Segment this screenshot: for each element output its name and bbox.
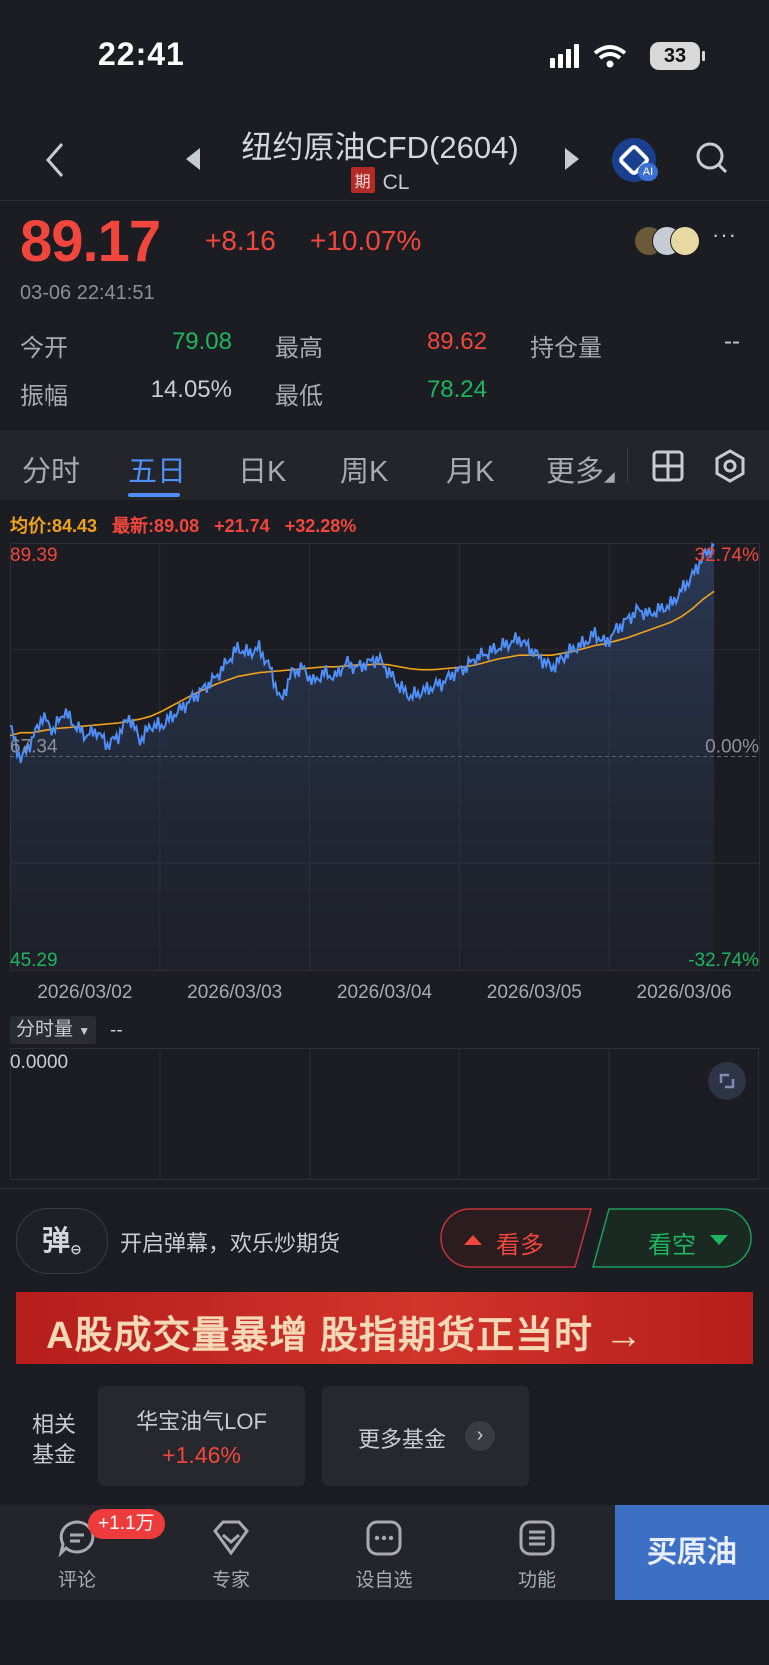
more-funds-label: 更多基金: [358, 1427, 447, 1452]
bearish-label: 看空: [648, 1232, 696, 1259]
price-area-fill: [10, 544, 715, 970]
volume-axis-zero: 0.0000: [10, 1052, 69, 1073]
tab-weekly-k[interactable]: 周K: [340, 448, 388, 490]
header-divider: [0, 200, 769, 201]
ai-tag: AI: [638, 163, 658, 181]
expand-icon: [719, 1073, 735, 1089]
comments-label: 评论: [57, 1570, 96, 1591]
menu-list-icon: [519, 1520, 555, 1556]
field-value-low: 78.24: [426, 376, 487, 403]
expand-chart-button[interactable]: [708, 1062, 746, 1100]
price-chart[interactable]: 89.39 67.34 45.29 32.74% 0.00% -32.74% 2026/03…: [0, 538, 769, 1008]
contract-title: 纽约原油CFD(2604): [241, 130, 519, 165]
futures-badge: 期: [350, 167, 375, 193]
y-axis-label-right: 0.00%: [705, 737, 759, 758]
field-label-high: 最高: [275, 335, 323, 362]
search-icon[interactable]: [695, 141, 727, 173]
signal-wifi-icons: [550, 44, 627, 68]
field-label-low: 最低: [275, 383, 323, 410]
legend-change: +21.74: [214, 516, 270, 536]
diamond-icon: [213, 1520, 249, 1556]
fund-card[interactable]: 华宝油气LOF +1.46%: [98, 1386, 305, 1486]
volume-indicator-label: 分时量: [16, 1019, 74, 1040]
tab-more-caret-icon: ◢: [604, 468, 615, 484]
buy-button[interactable]: 买原油: [615, 1505, 769, 1600]
fund-name: 华宝油气LOF: [136, 1409, 267, 1434]
x-axis-date-label: 2026/03/05: [487, 982, 582, 1003]
volume-chart: [10, 1048, 759, 1180]
functions-button[interactable]: 功能: [482, 1505, 592, 1600]
legend-change-percent: +32.28%: [284, 516, 357, 536]
experts-button[interactable]: 专家: [176, 1505, 286, 1600]
active-tab-indicator: [128, 493, 180, 497]
y-axis-label-left: 67.34: [10, 737, 58, 758]
legend-latest-price: 最新:89.08: [112, 516, 200, 536]
promo-banner[interactable]: A股成交量暴增 股指期货正当时 →: [16, 1292, 753, 1364]
functions-label: 功能: [517, 1570, 556, 1591]
legend-avg-price: 均价:84.43: [10, 516, 98, 536]
comment-count-badge: +1.1万: [88, 1509, 165, 1539]
more-funds-button[interactable]: 更多基金 ›: [322, 1386, 529, 1486]
contract-code-line: 期 CL: [200, 167, 560, 195]
y-axis-label-right: 32.74%: [695, 545, 760, 566]
battery-nub: [702, 51, 705, 61]
last-price: 89.17: [20, 209, 161, 274]
tab-five-day[interactable]: 五日: [128, 448, 186, 490]
bullish-label: 看多: [496, 1232, 544, 1259]
tab-intraday[interactable]: 分时: [22, 448, 80, 490]
danmu-icon: 弹: [42, 1225, 71, 1256]
price-change-percent: +10.07%: [310, 225, 422, 256]
tab-daily-k[interactable]: 日K: [238, 448, 286, 490]
add-watchlist-button[interactable]: 设自选: [329, 1505, 439, 1600]
field-value-open-interest: --: [724, 328, 740, 355]
contract-code: CL: [382, 171, 410, 194]
tab-more-label: 更多: [546, 456, 605, 488]
more-options-icon[interactable]: ···: [712, 222, 737, 248]
section-divider: [0, 1188, 769, 1189]
back-icon[interactable]: [44, 142, 66, 178]
next-contract-arrow-icon[interactable]: [565, 148, 579, 170]
experts-label: 专家: [211, 1570, 250, 1591]
field-label-open-interest: 持仓量: [530, 335, 602, 362]
y-axis-label-right: -32.74%: [688, 950, 759, 971]
chevron-right-icon: ›: [465, 1421, 495, 1451]
danmu-minus-icon: ⊖: [70, 1241, 82, 1257]
field-value-high: 89.62: [426, 328, 487, 355]
related-funds-label-line1: 相关: [32, 1412, 77, 1437]
field-value-open: 79.08: [171, 328, 232, 355]
add-watchlist-label: 设自选: [355, 1570, 413, 1591]
user-avatars[interactable]: [634, 226, 704, 256]
avatar: [670, 226, 700, 256]
field-label-open: 今开: [20, 335, 68, 362]
settings-icon[interactable]: [714, 449, 746, 483]
y-axis-label-left: 45.29: [10, 950, 58, 971]
tab-monthly-k[interactable]: 月K: [446, 448, 494, 490]
fund-change: +1.46%: [162, 1442, 241, 1468]
x-axis-date-label: 2026/03/04: [337, 982, 433, 1003]
chart-legend: 均价:84.43 最新:89.08 +21.74 +32.28%: [10, 512, 356, 538]
x-axis-date-label: 2026/03/06: [637, 982, 732, 1003]
battery-indicator: 33: [650, 42, 700, 70]
field-label-amplitude: 振幅: [20, 383, 68, 410]
grid-layout-icon[interactable]: [652, 450, 684, 482]
danmu-prompt: 开启弹幕，欢乐炒期货: [120, 1231, 341, 1256]
field-value-amplitude: 14.05%: [150, 376, 232, 403]
watchlist-icon: [366, 1520, 402, 1556]
volume-indicator-select[interactable]: 分时量 ▼: [10, 1016, 97, 1044]
quote-timestamp: 03-06 22:41:51: [20, 282, 155, 304]
prev-contract-arrow-icon[interactable]: [186, 148, 200, 170]
status-time: 22:41: [98, 36, 185, 72]
y-axis-label-left: 89.39: [10, 545, 58, 566]
dropdown-caret-icon: ▼: [78, 1024, 91, 1038]
danmu-toggle-button[interactable]: 弹⊖: [16, 1208, 108, 1274]
related-funds-label: 相关 基金: [32, 1410, 76, 1470]
related-funds-label-line2: 基金: [32, 1442, 77, 1467]
tab-more[interactable]: 更多◢: [546, 448, 615, 490]
banner-text: A股成交量暴增 股指期货正当时 →: [46, 1315, 644, 1357]
volume-value: --: [110, 1020, 123, 1041]
x-axis-date-label: 2026/03/02: [37, 982, 132, 1003]
x-axis-date-label: 2026/03/03: [187, 982, 282, 1003]
tab-separator: [627, 447, 628, 483]
price-change: +8.16: [205, 225, 276, 256]
